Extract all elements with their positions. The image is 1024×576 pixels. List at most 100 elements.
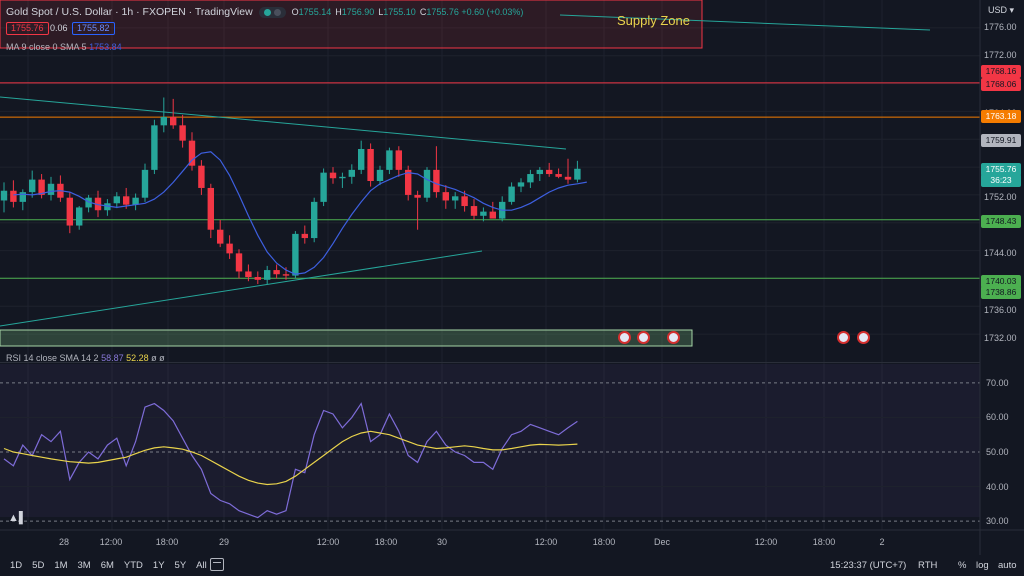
live-dot-icon: [263, 8, 271, 16]
log-toggle[interactable]: log: [976, 555, 989, 576]
candle-body: [329, 172, 337, 179]
rsi-value: 58.87: [101, 353, 124, 363]
candle-body: [574, 168, 581, 180]
session-button[interactable]: RTH: [918, 555, 937, 576]
chart-canvas[interactable]: [0, 0, 1024, 555]
ohlc-values: O1755.14 H1756.90 L1755.10 C1755.76 +0.6…: [292, 7, 524, 17]
rsi-band: [0, 364, 980, 517]
timeframe-1m[interactable]: 1M: [54, 560, 67, 571]
timeframe-3m[interactable]: 3M: [78, 560, 91, 571]
time-tick-label: 18:00: [592, 537, 616, 547]
time-tick-label: 30: [436, 537, 448, 547]
candle-body: [282, 274, 290, 276]
time-tick-label: 18:00: [155, 537, 179, 547]
candle-body: [217, 229, 224, 244]
candle-body: [527, 174, 534, 183]
supply-zone-label[interactable]: Supply Zone: [617, 13, 690, 28]
timeframe-ytd[interactable]: YTD: [124, 560, 143, 571]
candle-body: [320, 172, 327, 202]
candle-body: [489, 211, 496, 219]
candles: [0, 97, 581, 284]
buy-price-button[interactable]: 1755.82: [72, 22, 115, 35]
market-status-badge[interactable]: [258, 6, 286, 18]
timeframe-1d[interactable]: 1D: [10, 560, 22, 571]
candle-body: [395, 150, 402, 170]
chevron-down-icon: ▾: [1007, 5, 1015, 15]
price-tick-label: 1732.00: [984, 333, 1017, 343]
time-tick-label: 12:00: [534, 537, 558, 547]
timeframe-6m[interactable]: 6M: [101, 560, 114, 571]
price-tick-label: 1776.00: [984, 22, 1017, 32]
price-tag: 1738.86: [981, 286, 1021, 299]
candle-body: [141, 169, 149, 198]
candle-body: [517, 182, 525, 187]
candle-body: [123, 196, 130, 205]
ohlc-value: 1755.14: [298, 7, 332, 17]
timeframe-5d[interactable]: 5D: [32, 560, 44, 571]
percent-toggle[interactable]: %: [958, 555, 966, 576]
us-flag-icon[interactable]: [857, 331, 870, 344]
candle-body: [113, 196, 120, 204]
price-tag: 1748.43: [981, 215, 1021, 228]
timeframe-1y[interactable]: 1Y: [153, 560, 165, 571]
price-tick-label: 1744.00: [984, 248, 1017, 258]
candle-body: [386, 150, 393, 170]
clock[interactable]: 15:23:37 (UTC+7): [830, 555, 906, 576]
rsi-tick-label: 60.00: [986, 412, 1009, 423]
ma-legend-value: 1753.84: [89, 42, 122, 52]
candle-body: [207, 187, 214, 230]
candle-body: [470, 206, 478, 216]
time-tick-label: 12:00: [99, 537, 123, 547]
candle-body: [555, 174, 562, 177]
us-flag-icon[interactable]: [667, 331, 680, 344]
candle-body: [19, 192, 26, 202]
candle-body: [245, 271, 252, 278]
rsi-tick-label: 40.00: [986, 481, 1009, 492]
rsi-tick-label: 30.00: [986, 516, 1009, 527]
auto-toggle[interactable]: auto: [998, 555, 1017, 576]
us-flag-icon[interactable]: [618, 331, 631, 344]
candle-body: [536, 169, 543, 175]
time-tick-label: 18:00: [374, 537, 398, 547]
ohlc-value: 1755.10: [383, 7, 416, 17]
timeframe-5y[interactable]: 5Y: [175, 560, 187, 571]
candle-body: [433, 169, 440, 193]
currency-selector[interactable]: USD ▾: [988, 5, 1014, 16]
ohlc-value: 1756.90: [341, 7, 375, 17]
bottom-toolbar: 1D 5D 1M 3M 6M YTD 1Y 5Y All 15:23:37 (U…: [0, 555, 1024, 576]
candle-body: [47, 183, 55, 195]
candle-body: [376, 169, 384, 181]
candle-body: [367, 148, 374, 181]
candle-body: [452, 196, 459, 201]
candle-body: [132, 197, 139, 205]
candle-body: [358, 148, 365, 170]
candle-body: [235, 253, 243, 272]
timeframe-all[interactable]: All: [196, 560, 207, 571]
tradingview-logo-icon[interactable]: ▲▌: [8, 512, 27, 524]
candle-body: [546, 169, 553, 175]
ma-legend[interactable]: MA 9 close 0 SMA 5 1753.84: [6, 42, 122, 52]
price-tick-label: 1752.00: [984, 192, 1017, 202]
candle-body: [160, 116, 167, 126]
time-tick-label: 18:00: [812, 537, 836, 547]
currency-label: USD: [988, 5, 1008, 15]
candle-body: [226, 243, 233, 254]
rsi-legend[interactable]: RSI 14 close SMA 14 2 58.87 52.28 ø ø: [6, 353, 165, 363]
price-tag: 1763.18: [981, 110, 1021, 123]
candle-body: [461, 196, 468, 207]
symbol-title[interactable]: Gold Spot / U.S. Dollar · 1h · FXOPEN · …: [6, 6, 253, 18]
price-tag: 1768.06: [981, 78, 1021, 91]
sell-price-button[interactable]: 1755.76: [6, 22, 49, 35]
time-tick-label: 29: [218, 537, 230, 547]
calendar-icon[interactable]: [210, 558, 224, 571]
us-flag-icon[interactable]: [637, 331, 650, 344]
candle-body: [0, 190, 8, 201]
ma-legend-label: MA 9 close 0 SMA 5: [6, 42, 87, 52]
rsi-sma-value: 52.28: [126, 353, 149, 363]
rsi-legend-label: RSI 14 close SMA 14 2: [6, 353, 99, 363]
us-flag-icon[interactable]: [837, 331, 850, 344]
candle-body: [423, 169, 431, 198]
candle-body: [151, 125, 158, 170]
candle-body: [264, 270, 271, 280]
candle-body: [311, 201, 318, 239]
